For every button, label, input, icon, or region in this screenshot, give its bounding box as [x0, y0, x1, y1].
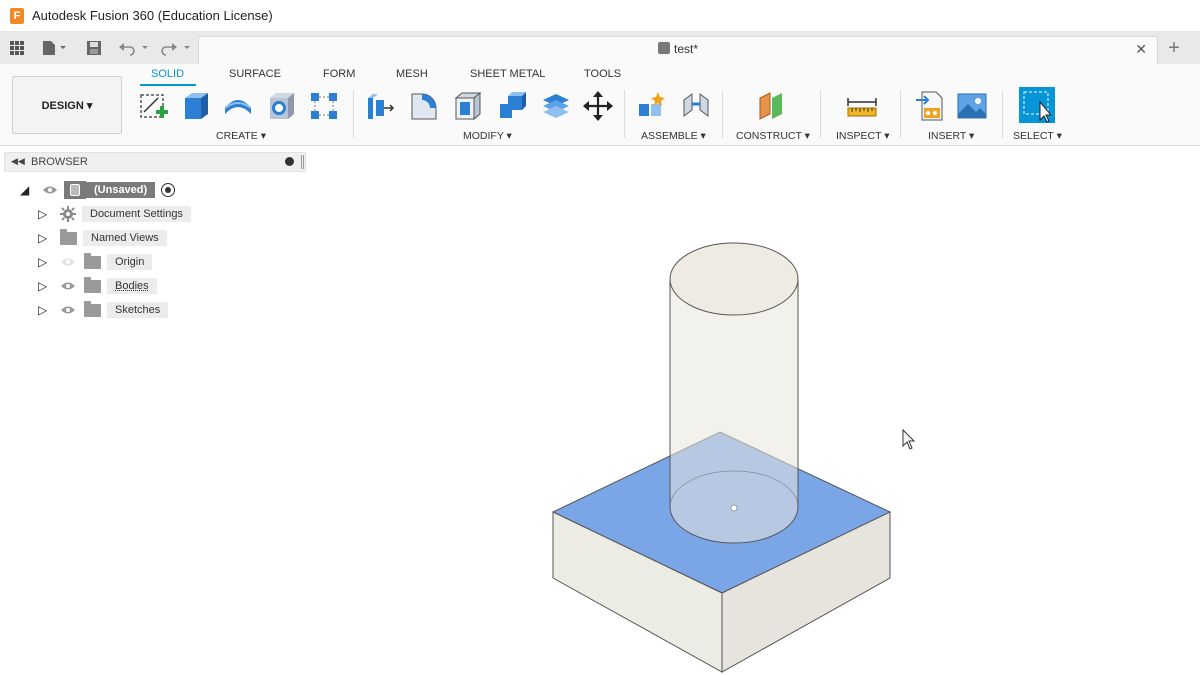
cylinder-body[interactable]	[669, 242, 799, 544]
joint-icon[interactable]	[680, 90, 712, 122]
new-tab-button[interactable]: +	[1162, 38, 1186, 60]
toolbar-divider	[1002, 90, 1003, 138]
fusion-logo-icon: F	[10, 7, 24, 24]
tab-mesh[interactable]: MESH	[396, 68, 428, 80]
insert-image-icon[interactable]	[956, 90, 988, 122]
document-tab[interactable]: test* ✕	[198, 36, 1158, 64]
toolbar-divider	[900, 90, 901, 138]
extrude-icon[interactable]	[180, 90, 212, 122]
document-tab-label: test*	[673, 42, 698, 56]
pattern-icon[interactable]	[308, 90, 340, 122]
shell-icon[interactable]	[452, 90, 484, 122]
modify-menu[interactable]: MODIFY ▾	[463, 130, 512, 142]
title-bar: F Autodesk Fusion 360 (Education License…	[0, 0, 1200, 32]
tab-sheet-metal[interactable]: SHEET METAL	[470, 68, 545, 80]
save-icon[interactable]	[86, 38, 102, 58]
ribbon-toolbar: DESIGN ▾ SOLID SURFACE FORM MESH SHEET M…	[0, 64, 1200, 146]
new-component-icon[interactable]	[636, 90, 668, 122]
3d-viewport[interactable]	[0, 146, 1200, 675]
undo-icon[interactable]	[118, 38, 152, 58]
document-cube-icon	[657, 42, 670, 54]
replace-face-icon[interactable]	[540, 90, 572, 122]
toolbar-divider	[624, 90, 625, 138]
insert-menu[interactable]: INSERT ▾	[928, 130, 974, 142]
window-title: Autodesk Fusion 360 (Education License)	[32, 8, 273, 23]
tab-surface[interactable]: SURFACE	[229, 68, 281, 80]
mouse-cursor-icon	[902, 428, 916, 450]
measure-icon[interactable]	[846, 90, 878, 122]
hole-icon[interactable]	[266, 90, 298, 122]
apps-grid-icon[interactable]	[10, 38, 24, 58]
fusion-360-window: F Autodesk Fusion 360 (Education License…	[0, 0, 1200, 675]
create-menu[interactable]: CREATE ▾	[216, 130, 266, 142]
combine-icon[interactable]	[496, 90, 528, 122]
tab-tools[interactable]: TOOLS	[584, 68, 621, 80]
tab-form[interactable]: FORM	[323, 68, 355, 80]
assemble-menu[interactable]: ASSEMBLE ▾	[641, 130, 706, 142]
tab-bar: test* ✕ +	[0, 32, 1200, 64]
select-menu[interactable]: SELECT ▾	[1013, 130, 1062, 142]
file-icon[interactable]	[42, 38, 68, 58]
construct-menu[interactable]: CONSTRUCT ▾	[736, 130, 810, 142]
redo-icon[interactable]	[160, 38, 194, 58]
toolbar-divider	[353, 90, 354, 138]
create-sketch-icon[interactable]	[138, 90, 170, 122]
press-pull-icon[interactable]	[364, 90, 396, 122]
tab-solid[interactable]: SOLID	[151, 68, 184, 80]
close-tab-button[interactable]: ✕	[1135, 41, 1147, 58]
insert-derive-icon[interactable]	[914, 90, 946, 122]
offset-plane-icon[interactable]	[756, 90, 788, 122]
center-point	[730, 504, 738, 512]
fillet-icon[interactable]	[408, 90, 440, 122]
cylinder-top-face[interactable]	[669, 242, 799, 316]
workspace-switcher-button[interactable]: DESIGN ▾	[12, 76, 122, 134]
revolve-icon[interactable]	[222, 90, 254, 122]
toolbar-divider	[820, 90, 821, 138]
inspect-menu[interactable]: INSPECT ▾	[836, 130, 890, 142]
move-icon[interactable]	[582, 90, 614, 122]
toolbar-divider	[722, 90, 723, 138]
active-tab-underline	[140, 84, 196, 86]
select-icon[interactable]	[1018, 86, 1056, 124]
